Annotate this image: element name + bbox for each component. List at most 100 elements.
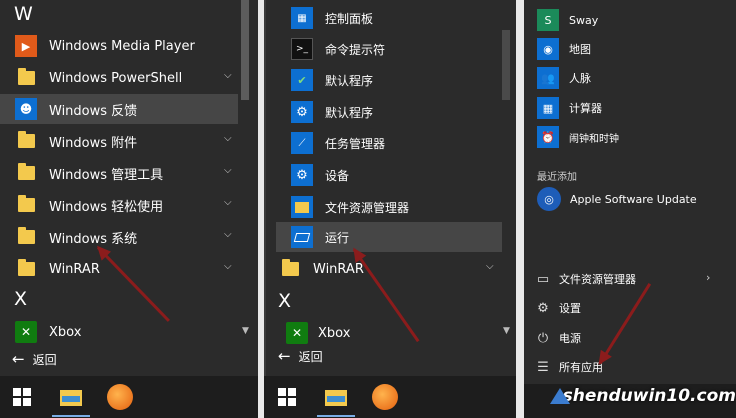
scrollbar-thumb[interactable] [241, 0, 249, 100]
app-label: Sway [569, 13, 599, 27]
calculator-icon: ▦ [537, 97, 559, 119]
media-player-icon: ▶ [15, 35, 37, 57]
app-calculator[interactable]: ▦ 计算器 [524, 97, 736, 119]
folder-icon [15, 194, 37, 216]
app-label: 人脉 [569, 72, 591, 85]
app-folder-windows-powershell[interactable]: Windows PowerShell ⌵ [0, 66, 238, 90]
gear-icon: ⚙ [537, 300, 549, 316]
app-devices[interactable]: ⚙ 设备 [264, 163, 502, 187]
back-button[interactable]: ← 返回 [264, 345, 502, 367]
app-folder-windows-admin-tools[interactable]: Windows 管理工具 ⌵ [0, 161, 238, 185]
media-app-icon[interactable] [372, 384, 398, 410]
start-menu-app-list: W ▶ Windows Media Player Windows PowerSh… [0, 0, 258, 376]
app-label: 闹钟和时钟 [569, 133, 619, 145]
app-apple-software-update[interactable]: ◎ Apple Software Update [524, 186, 736, 212]
chevron-down-icon: ⌵ [486, 261, 494, 272]
app-folder-winrar[interactable]: WinRAR ⌵ [264, 257, 502, 281]
app-default-programs[interactable]: ✔ 默认程序 [264, 68, 502, 92]
nav-label: 文件资源管理器 [559, 273, 636, 286]
scroll-down-icon[interactable]: ▼ [503, 326, 510, 336]
back-label: 返回 [32, 352, 57, 367]
people-icon: 👥 [537, 67, 559, 89]
active-indicator [317, 415, 355, 417]
app-label: Apple Software Update [570, 192, 697, 206]
chevron-down-icon: ⌵ [224, 70, 232, 81]
recently-added-header: 最近添加 [537, 172, 577, 183]
apple-update-icon: ◎ [537, 187, 561, 211]
nav-label: 设置 [559, 302, 581, 315]
app-xbox[interactable]: ✕ Xbox [0, 320, 238, 344]
maps-icon: ◉ [537, 38, 559, 60]
app-label: 控制面板 [325, 11, 374, 26]
power-icon: ⏻ [537, 330, 549, 346]
chevron-down-icon: ⌵ [224, 165, 232, 176]
list-icon: ☰ [537, 359, 549, 375]
watermark: shenduwin10.com [548, 374, 736, 418]
file-explorer-icon[interactable] [325, 388, 347, 406]
section-letter-x[interactable]: X [14, 288, 27, 310]
app-folder-windows-accessories[interactable]: Windows 附件 ⌵ [0, 129, 238, 153]
app-run[interactable]: 运行 [276, 222, 502, 252]
feedback-icon: ☻ [15, 98, 37, 120]
chevron-down-icon: ⌵ [224, 133, 232, 144]
app-label: 默认程序 [325, 105, 374, 120]
section-letter-x[interactable]: X [278, 290, 291, 312]
windows-start-icon[interactable] [13, 388, 31, 406]
file-explorer-icon[interactable] [60, 388, 82, 406]
gear-icon: ⚙ [291, 101, 313, 123]
folder-icon [279, 258, 301, 280]
app-label: Windows 管理工具 [49, 167, 164, 183]
scroll-down-icon[interactable]: ▼ [242, 326, 249, 336]
xbox-icon: ✕ [15, 321, 37, 343]
app-sway[interactable]: S Sway [524, 9, 736, 31]
section-letter-w[interactable]: W [14, 3, 33, 25]
app-xbox[interactable]: ✕ Xbox [264, 321, 502, 345]
media-app-icon[interactable] [107, 384, 133, 410]
nav-power[interactable]: ⏻ 电源 [524, 327, 736, 349]
app-label: 命令提示符 [325, 42, 386, 57]
app-windows-media-player[interactable]: ▶ Windows Media Player [0, 34, 238, 58]
alarm-icon: ⏰ [537, 126, 559, 148]
app-label: 文件资源管理器 [325, 200, 410, 215]
active-indicator [52, 415, 90, 417]
task-manager-icon: ⟋ [291, 132, 313, 154]
sway-icon: S [537, 9, 559, 31]
folder-icon [15, 67, 37, 89]
app-maps[interactable]: ◉ 地图 [524, 38, 736, 60]
app-default-programs-2[interactable]: ⚙ 默认程序 [264, 100, 502, 124]
start-menu-windows-system-folder: ▦ 控制面板 >_ 命令提示符 ✔ 默认程序 ⚙ 默认程序 ⟋ 任务管理器 ⚙ … [264, 0, 516, 376]
scrollbar-thumb[interactable] [502, 30, 510, 100]
app-task-manager[interactable]: ⟋ 任务管理器 [264, 131, 502, 155]
panel-divider [516, 0, 524, 418]
app-folder-windows-ease-of-access[interactable]: Windows 轻松使用 ⌵ [0, 193, 238, 217]
control-panel-icon: ▦ [291, 7, 313, 29]
app-label: 默认程序 [325, 73, 374, 88]
app-label: Windows 附件 [49, 135, 138, 151]
app-command-prompt[interactable]: >_ 命令提示符 [264, 37, 502, 61]
app-label: 运行 [325, 230, 350, 245]
app-label: Windows 轻松使用 [49, 199, 164, 215]
app-label: 任务管理器 [325, 136, 386, 151]
windows-start-icon[interactable] [278, 388, 296, 406]
app-windows-feedback[interactable]: ☻ Windows 反馈 [0, 94, 238, 124]
back-arrow-icon: ← [278, 347, 291, 365]
nav-file-explorer[interactable]: ▭ 文件资源管理器 › [524, 268, 736, 290]
run-icon [291, 226, 313, 248]
app-alarms-clock[interactable]: ⏰ 闹钟和时钟 [524, 126, 736, 148]
app-people[interactable]: 👥 人脉 [524, 67, 736, 89]
start-menu-left-column: S Sway ◉ 地图 👥 人脉 ▦ 计算器 ⏰ 闹钟和时钟 最近添加 ◎ Ap… [524, 0, 736, 418]
chevron-down-icon: ⌵ [224, 261, 232, 272]
app-label: Xbox [318, 325, 351, 341]
file-explorer-icon: ▭ [536, 271, 550, 287]
gear-icon: ⚙ [291, 164, 313, 186]
folder-icon [15, 162, 37, 184]
app-control-panel[interactable]: ▦ 控制面板 [264, 6, 502, 30]
app-label: Xbox [49, 324, 82, 340]
app-folder-windows-system[interactable]: Windows 系统 ⌵ [0, 225, 238, 249]
back-button[interactable]: ← 返回 [0, 348, 238, 370]
nav-label: 电源 [559, 332, 581, 345]
folder-icon [291, 196, 313, 218]
app-file-explorer[interactable]: 文件资源管理器 [264, 195, 502, 219]
watermark-logo-icon [548, 384, 570, 408]
app-label: Windows Media Player [49, 38, 195, 54]
